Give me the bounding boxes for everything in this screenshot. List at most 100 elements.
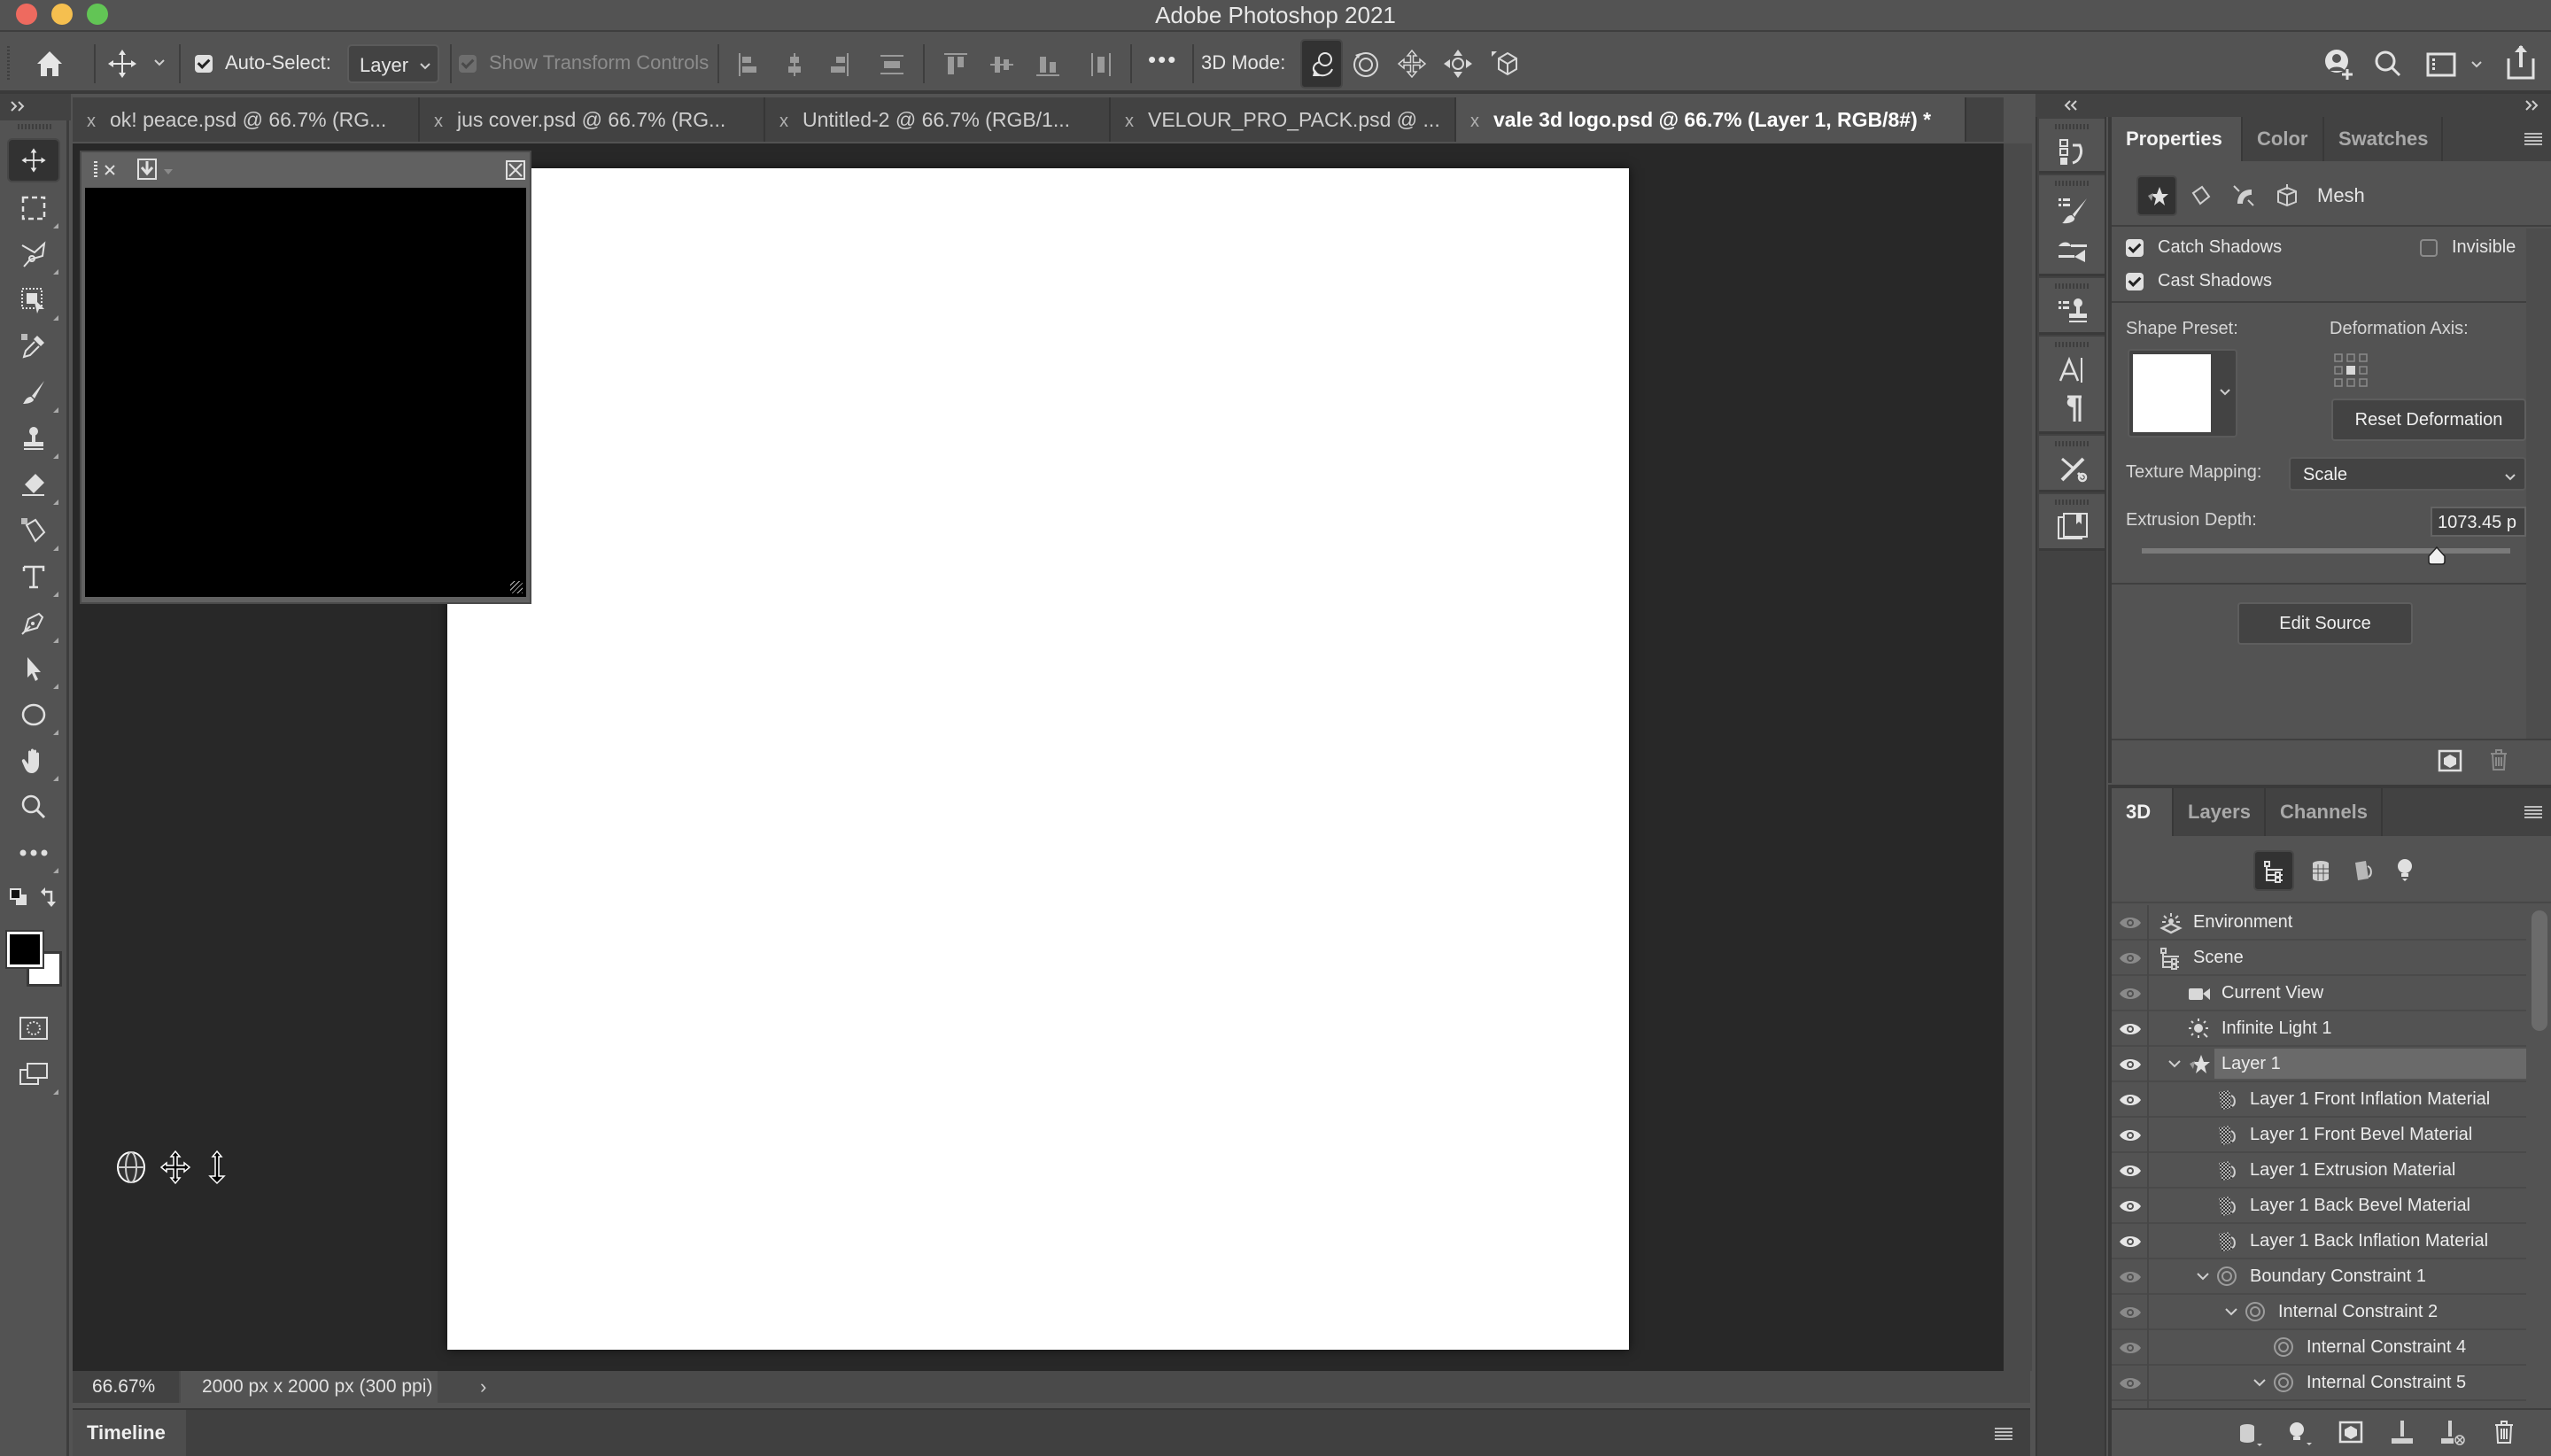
hand-tool[interactable] <box>7 739 60 783</box>
orbit-globe-icon[interactable] <box>115 1150 147 1185</box>
resize-grip[interactable] <box>510 581 523 593</box>
materials-filter-icon[interactable] <box>2353 859 2374 882</box>
deformation-axis-grid[interactable] <box>2333 352 2369 388</box>
scene-tree-row[interactable]: Internal Constraint 2 <box>2112 1295 2526 1330</box>
align-vertical-centers-button[interactable] <box>987 50 1017 80</box>
scene-tree-row[interactable]: Current View <box>2112 976 2526 1011</box>
eraser-tool[interactable] <box>7 462 60 507</box>
polygonal-lasso-tool[interactable] <box>7 232 60 276</box>
eyedropper-tool[interactable] <box>7 324 60 368</box>
orbit-3d-button[interactable] <box>1300 39 1343 89</box>
edit-source-button[interactable]: Edit Source <box>2237 602 2413 645</box>
remove-from-plane-icon[interactable] <box>2439 1419 2466 1445</box>
drop-to-plane-icon[interactable] <box>2390 1419 2415 1445</box>
scene-tree-row[interactable]: Layer 1 Extrusion Material <box>2112 1153 2526 1189</box>
document-tab[interactable]: x ok! peace.psd @ 66.7% (RG... <box>73 97 420 142</box>
scene-tree-row[interactable]: Layer 1 Back Bevel Material <box>2112 1189 2526 1224</box>
auto-select-checkbox[interactable] <box>195 55 213 73</box>
delete-icon[interactable] <box>2493 1419 2516 1445</box>
align-right-edges-button[interactable] <box>824 50 854 80</box>
move-tool-preset-button[interactable] <box>105 46 140 81</box>
scene-tree-row[interactable]: Layer 1 Back Inflation Material <box>2112 1224 2526 1259</box>
document-tab[interactable]: x VELOUR_PRO_PACK.psd @ ... <box>1111 97 1456 142</box>
extrusion-depth-slider-thumb[interactable] <box>2427 546 2446 566</box>
tab-layers[interactable]: Layers <box>2174 788 2266 836</box>
align-left-edges-button[interactable] <box>733 50 764 80</box>
auto-select-dropdown[interactable]: Layer <box>347 44 439 83</box>
scene-tree-row[interactable]: Environment <box>2112 905 2526 941</box>
close-tab-icon[interactable]: x <box>434 112 443 131</box>
navigator-preview[interactable] <box>85 188 526 597</box>
chevron-down-icon[interactable] <box>163 168 174 175</box>
new-light-icon[interactable] <box>2287 1421 2314 1447</box>
home-button[interactable] <box>32 46 67 81</box>
tool-preset-dropdown[interactable] <box>151 53 168 71</box>
expand-panel-icon[interactable] <box>505 159 526 181</box>
scene-tree-row[interactable]: Infinite Light 1 <box>2112 1011 2526 1047</box>
render-icon[interactable] <box>2338 1421 2363 1444</box>
type-tool[interactable] <box>7 554 60 599</box>
meshes-filter-icon[interactable] <box>2310 859 2331 882</box>
brush-settings-icon[interactable] <box>2055 193 2090 228</box>
workspace-dropdown[interactable] <box>2468 55 2485 73</box>
panel-grip[interactable] <box>94 161 97 179</box>
close-icon[interactable] <box>103 163 117 177</box>
scene-tree-row[interactable]: Scene <box>2112 941 2526 976</box>
history-icon[interactable] <box>2055 135 2090 170</box>
swap-colors-button[interactable] <box>39 886 60 909</box>
zoom-tool[interactable] <box>7 785 60 829</box>
visibility-toggle[interactable] <box>2112 1082 2149 1118</box>
scene-tree-row[interactable]: Layer 1 Front Inflation Material <box>2112 1082 2526 1118</box>
align-horizontal-centers-button[interactable] <box>779 50 810 80</box>
panel-menu-icon[interactable] <box>2524 806 2542 818</box>
foreground-color-swatch[interactable] <box>5 930 44 969</box>
visibility-toggle[interactable] <box>2112 1189 2149 1224</box>
expand-toggle[interactable] <box>2252 1376 2268 1389</box>
workspace-button[interactable] <box>2423 46 2459 81</box>
rectangular-marquee-tool[interactable] <box>7 186 60 230</box>
clone-source-icon[interactable] <box>2055 294 2090 329</box>
scene-tree-row[interactable]: Boundary Constraint 1 <box>2112 1259 2526 1295</box>
whole-scene-filter[interactable] <box>2253 850 2294 891</box>
quick-mask-button[interactable] <box>7 1006 60 1050</box>
pan-arrows-icon[interactable] <box>159 1150 191 1185</box>
render-icon[interactable] <box>2438 749 2462 772</box>
coordinates-icon[interactable] <box>2275 182 2299 207</box>
timeline-tab[interactable]: Timeline <box>73 1410 186 1456</box>
shape-preset-picker[interactable] <box>2128 349 2237 438</box>
visibility-toggle[interactable] <box>2112 1047 2149 1082</box>
scene-tree-row[interactable]: Internal Constraint 4 <box>2112 1330 2526 1366</box>
expand-toggle[interactable] <box>2223 1305 2239 1318</box>
visibility-toggle[interactable] <box>2112 1224 2149 1259</box>
new-mesh-icon[interactable] <box>2237 1422 2264 1447</box>
visibility-toggle[interactable] <box>2112 1011 2149 1047</box>
character-icon[interactable] <box>2055 352 2090 388</box>
clone-stamp-tool[interactable] <box>7 416 60 461</box>
scrollbar-thumb[interactable] <box>2532 910 2547 1031</box>
document-tab-active[interactable]: x vale 3d logo.psd @ 66.7% (Layer 1, RGB/… <box>1456 97 1966 142</box>
zoom-level-field[interactable]: 66.67% <box>73 1371 179 1403</box>
close-tab-icon[interactable]: x <box>1470 112 1479 131</box>
dolly-arrow-icon[interactable] <box>204 1150 230 1185</box>
extrusion-depth-slider-track[interactable] <box>2142 546 2510 565</box>
visibility-toggle[interactable] <box>2112 1366 2149 1401</box>
visibility-toggle[interactable] <box>2112 1259 2149 1295</box>
document-info[interactable]: 2000 px x 2000 px (300 ppi) <box>181 1371 438 1403</box>
slide-3d-button[interactable] <box>1442 48 1474 80</box>
scene-tree-row[interactable]: Layer 1 Front Bevel Material <box>2112 1118 2526 1153</box>
visibility-toggle[interactable] <box>2112 941 2149 976</box>
collapse-panel-icon[interactable] <box>136 158 158 181</box>
lights-filter-icon[interactable] <box>2395 857 2415 882</box>
visibility-toggle[interactable] <box>2112 1401 2149 1408</box>
brush-tool[interactable] <box>7 370 60 414</box>
screen-mode-button[interactable] <box>7 1052 60 1096</box>
paint-bucket-tool[interactable] <box>7 508 60 553</box>
extrusion-depth-input[interactable]: 1073.45 p <box>2431 507 2526 537</box>
document-canvas[interactable] <box>447 168 1629 1350</box>
options-bar-grip[interactable] <box>7 46 10 81</box>
layer-comps-icon[interactable] <box>2055 510 2090 546</box>
document-tab[interactable]: x Untitled-2 @ 66.7% (RGB/1... <box>765 97 1111 142</box>
vertical-scrollbar[interactable] <box>2004 143 2032 1371</box>
visibility-toggle[interactable] <box>2112 1295 2149 1330</box>
visibility-toggle[interactable] <box>2112 976 2149 1011</box>
